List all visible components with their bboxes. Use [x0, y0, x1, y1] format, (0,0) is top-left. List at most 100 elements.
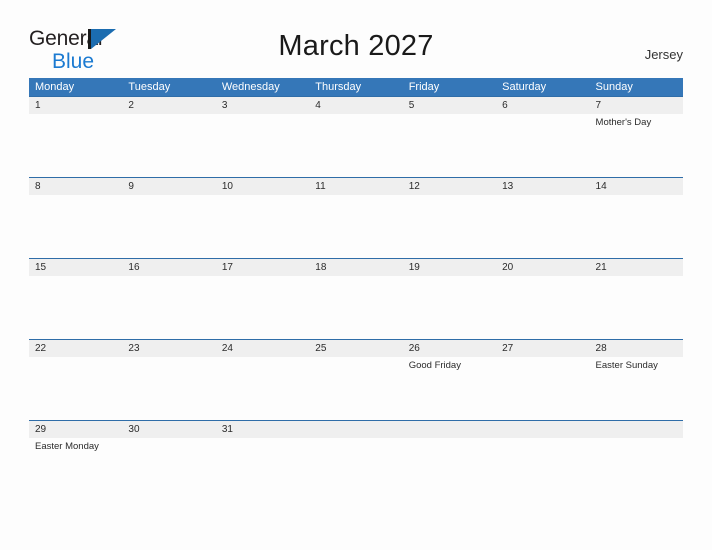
- event-label: Good Friday: [408, 360, 461, 371]
- day-number[interactable]: 2: [122, 97, 215, 114]
- day-cell[interactable]: [216, 438, 309, 501]
- weekday-header-friday: Friday: [408, 81, 440, 93]
- calendar-grid: Monday Tuesday Wednesday Thursday Friday…: [29, 78, 683, 501]
- weekday-header-wednesday: Wednesday: [221, 81, 280, 93]
- day-number[interactable]: 9: [122, 178, 215, 195]
- day-cell[interactable]: [309, 114, 402, 177]
- day-cell[interactable]: [29, 276, 122, 339]
- week-date-band: 29 30 31: [29, 421, 683, 438]
- day-cell[interactable]: Good Friday: [403, 357, 496, 420]
- day-number[interactable]: 4: [309, 97, 402, 114]
- day-number[interactable]: 10: [216, 178, 309, 195]
- day-number[interactable]: 1: [29, 97, 122, 114]
- calendar-weekday-header: Monday Tuesday Wednesday Thursday Friday…: [29, 78, 683, 96]
- day-cell[interactable]: [496, 195, 589, 258]
- week-date-band: 1 2 3 4 5 6 7: [29, 97, 683, 114]
- day-number: [590, 421, 683, 438]
- day-cell[interactable]: [309, 276, 402, 339]
- day-number[interactable]: 15: [29, 259, 122, 276]
- day-cell[interactable]: [403, 195, 496, 258]
- day-number[interactable]: 6: [496, 97, 589, 114]
- day-number[interactable]: 31: [216, 421, 309, 438]
- event-label: Mother's Day: [595, 117, 652, 128]
- day-number[interactable]: 24: [216, 340, 309, 357]
- week-date-band: 22 23 24 25 26 27 28: [29, 340, 683, 357]
- day-number: [496, 421, 589, 438]
- day-cell[interactable]: [122, 357, 215, 420]
- weekday-header-thursday: Thursday: [315, 81, 362, 93]
- day-number: [403, 421, 496, 438]
- day-cell[interactable]: [29, 195, 122, 258]
- day-cell[interactable]: Mother's Day: [590, 114, 683, 177]
- calendar-week-row: 8 9 10 11 12 13 14: [29, 177, 683, 258]
- day-cell: [403, 438, 496, 501]
- day-cell[interactable]: [590, 276, 683, 339]
- day-cell[interactable]: [29, 114, 122, 177]
- day-number[interactable]: 3: [216, 97, 309, 114]
- day-cell[interactable]: [590, 195, 683, 258]
- day-number[interactable]: 20: [496, 259, 589, 276]
- day-number[interactable]: 12: [403, 178, 496, 195]
- day-cell[interactable]: [496, 357, 589, 420]
- day-cell[interactable]: [309, 195, 402, 258]
- day-number: [309, 421, 402, 438]
- day-number[interactable]: 26: [403, 340, 496, 357]
- day-cell[interactable]: [403, 276, 496, 339]
- day-cell: [496, 438, 589, 501]
- day-number[interactable]: 17: [216, 259, 309, 276]
- day-cell[interactable]: [309, 357, 402, 420]
- day-cell[interactable]: Easter Monday: [29, 438, 122, 501]
- region-label: Jersey: [644, 47, 683, 62]
- week-event-band: Mother's Day: [29, 114, 683, 177]
- day-cell[interactable]: [216, 276, 309, 339]
- event-label: Easter Sunday: [595, 360, 658, 371]
- week-event-band: [29, 276, 683, 339]
- day-cell[interactable]: [122, 438, 215, 501]
- weekday-header-tuesday: Tuesday: [128, 81, 171, 93]
- day-number[interactable]: 7: [590, 97, 683, 114]
- calendar-week-row: 22 23 24 25 26 27 28 Good Friday Easter …: [29, 339, 683, 420]
- day-cell[interactable]: [216, 195, 309, 258]
- day-number[interactable]: 27: [496, 340, 589, 357]
- day-cell[interactable]: [122, 195, 215, 258]
- day-number[interactable]: 30: [122, 421, 215, 438]
- day-cell[interactable]: Easter Sunday: [590, 357, 683, 420]
- day-cell[interactable]: [403, 114, 496, 177]
- day-cell[interactable]: [122, 114, 215, 177]
- event-label: Easter Monday: [35, 441, 99, 452]
- day-number[interactable]: 18: [309, 259, 402, 276]
- week-date-band: 15 16 17 18 19 20 21: [29, 259, 683, 276]
- day-cell: [309, 438, 402, 501]
- day-cell[interactable]: [496, 276, 589, 339]
- week-event-band: Good Friday Easter Sunday: [29, 357, 683, 420]
- page-header: General Blue March 2027 Jersey: [0, 0, 712, 78]
- day-number[interactable]: 29: [29, 421, 122, 438]
- day-number[interactable]: 21: [590, 259, 683, 276]
- day-cell[interactable]: [122, 276, 215, 339]
- day-number[interactable]: 16: [122, 259, 215, 276]
- day-number[interactable]: 23: [122, 340, 215, 357]
- weekday-header-monday: Monday: [35, 81, 75, 93]
- day-number[interactable]: 5: [403, 97, 496, 114]
- weekday-header-saturday: Saturday: [502, 81, 547, 93]
- week-event-band: Easter Monday: [29, 438, 683, 501]
- day-number[interactable]: 13: [496, 178, 589, 195]
- calendar-week-row: 15 16 17 18 19 20 21: [29, 258, 683, 339]
- week-date-band: 8 9 10 11 12 13 14: [29, 178, 683, 195]
- day-number[interactable]: 11: [309, 178, 402, 195]
- calendar-week-row: 29 30 31 Easter Monday: [29, 420, 683, 501]
- day-number[interactable]: 19: [403, 259, 496, 276]
- day-cell[interactable]: [216, 114, 309, 177]
- day-number[interactable]: 14: [590, 178, 683, 195]
- day-number[interactable]: 8: [29, 178, 122, 195]
- day-number[interactable]: 25: [309, 340, 402, 357]
- page-title: March 2027: [278, 30, 434, 62]
- weekday-header-sunday: Sunday: [595, 81, 633, 93]
- day-cell: [590, 438, 683, 501]
- day-cell[interactable]: [496, 114, 589, 177]
- calendar-week-row: 1 2 3 4 5 6 7 Mother's Day: [29, 96, 683, 177]
- day-number[interactable]: 22: [29, 340, 122, 357]
- day-cell[interactable]: [29, 357, 122, 420]
- day-cell[interactable]: [216, 357, 309, 420]
- day-number[interactable]: 28: [590, 340, 683, 357]
